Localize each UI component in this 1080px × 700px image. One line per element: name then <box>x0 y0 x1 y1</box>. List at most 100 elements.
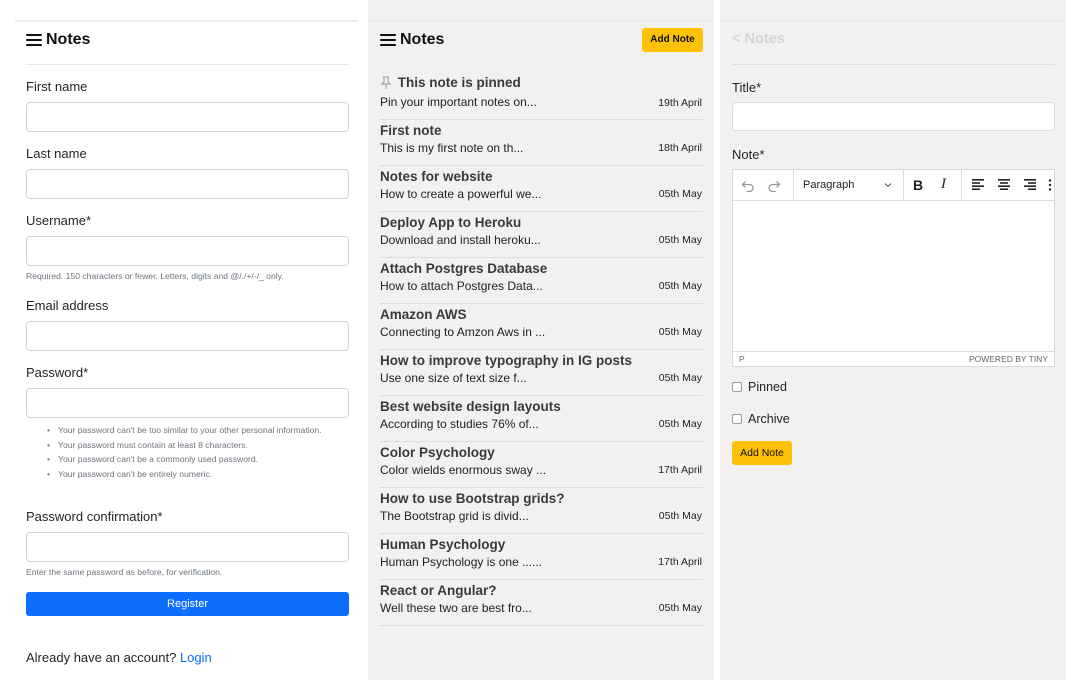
archive-checkbox[interactable] <box>732 414 742 424</box>
header-divider <box>732 64 1055 65</box>
top-divider <box>15 20 358 22</box>
navbar-brand[interactable]: Notes <box>380 31 444 49</box>
note-date: 05th May <box>658 510 702 522</box>
header-divider <box>26 64 349 65</box>
note-item[interactable]: How to use Bootstrap grids? The Bootstra… <box>380 488 703 534</box>
note-title: Human Psychology <box>380 537 506 552</box>
note-date: 05th May <box>658 372 702 384</box>
block-format-select[interactable]: Paragraph <box>803 179 854 191</box>
password-rule: Your password can't be a commonly used p… <box>26 452 346 467</box>
hamburger-menu-icon[interactable] <box>26 33 42 47</box>
note-title: How to improve typography in IG posts <box>380 353 633 368</box>
first-name-label: First name <box>26 79 88 94</box>
note-preview: Well these two are best fro... <box>380 601 532 615</box>
last-name-input[interactable] <box>26 169 349 199</box>
note-preview: Connecting to Amzon Aws in ... <box>380 325 546 339</box>
note-item[interactable]: React or Angular? Well these two are bes… <box>380 580 703 626</box>
note-title: Best website design layouts <box>380 399 561 414</box>
note-item[interactable]: Amazon AWS Connecting to Amzon Aws in ..… <box>380 304 703 350</box>
archive-label: Archive <box>748 412 790 426</box>
undo-icon[interactable] <box>741 178 755 192</box>
password-input[interactable] <box>26 388 349 418</box>
note-preview: According to studies 76% of... <box>380 417 539 431</box>
username-input[interactable] <box>26 236 349 266</box>
add-note-submit-button[interactable]: Add Note <box>732 441 792 465</box>
more-icon[interactable] <box>1048 179 1052 191</box>
note-date: 05th May <box>658 188 702 200</box>
pin-icon <box>380 76 392 89</box>
align-right-icon[interactable] <box>1024 179 1036 190</box>
note-item[interactable]: Human Psychology Human Psychology is one… <box>380 534 703 580</box>
toolbar-separator <box>793 170 794 201</box>
note-preview: Human Psychology is one ...... <box>380 555 543 569</box>
align-center-icon[interactable] <box>998 179 1010 190</box>
note-item[interactable]: Notes for website How to create a powerf… <box>380 166 703 212</box>
italic-icon[interactable]: I <box>941 176 946 193</box>
add-note-button[interactable]: Add Note <box>642 28 703 52</box>
note-item-pinned[interactable]: This note is pinned Pin your important n… <box>380 64 703 120</box>
password-confirm-label: Password confirmation* <box>26 509 163 524</box>
email-input[interactable] <box>26 321 349 351</box>
note-title: This note is pinned <box>380 75 521 90</box>
add-note-panel: < Notes Title* Note* Paragraph B I P POW… <box>720 0 1066 680</box>
password-confirm-input[interactable] <box>26 532 349 562</box>
top-divider <box>368 20 714 22</box>
username-help-text: Required. 150 characters or fewer. Lette… <box>26 271 284 281</box>
first-name-input[interactable] <box>26 102 349 132</box>
back-to-notes-link[interactable]: < Notes <box>732 31 785 47</box>
note-date: 17th April <box>658 464 702 476</box>
pinned-label: Pinned <box>748 380 787 394</box>
rich-text-editor[interactable]: Paragraph B I P POWERED BY TINY <box>732 169 1055 367</box>
password-label: Password* <box>26 365 89 380</box>
bold-icon[interactable]: B <box>913 177 923 193</box>
navbar-brand[interactable]: Notes <box>26 31 90 49</box>
note-date: 19th April <box>658 97 702 109</box>
notes-list-panel: Notes Add Note This note is pinned Pin y… <box>368 0 714 680</box>
note-date: 05th May <box>658 326 702 338</box>
title-label: Title* <box>732 80 762 95</box>
note-title: Amazon AWS <box>380 307 467 322</box>
note-date: 17th April <box>658 556 702 568</box>
note-title: How to use Bootstrap grids? <box>380 491 565 506</box>
hamburger-menu-icon[interactable] <box>380 33 396 47</box>
title-input[interactable] <box>732 102 1055 131</box>
redo-icon[interactable] <box>767 178 781 192</box>
note-item[interactable]: How to improve typography in IG posts Us… <box>380 350 703 396</box>
note-item[interactable]: Color Psychology Color wields enormous s… <box>380 442 703 488</box>
element-path[interactable]: P <box>739 354 745 364</box>
editor-toolbar: Paragraph B I <box>733 170 1054 201</box>
note-title: Deploy App to Heroku <box>380 215 522 230</box>
login-prompt-text: Already have an account? <box>26 650 177 665</box>
note-preview: Pin your important notes on... <box>380 95 537 109</box>
powered-by-link[interactable]: POWERED BY TINY <box>969 354 1048 364</box>
register-button[interactable]: Register <box>26 592 349 616</box>
note-date: 05th May <box>658 418 702 430</box>
note-item[interactable]: Deploy App to Heroku Download and instal… <box>380 212 703 258</box>
top-divider <box>720 20 1066 22</box>
note-preview: Download and install heroku... <box>380 233 541 247</box>
note-preview: This is my first note on th... <box>380 141 524 155</box>
login-link[interactable]: Login <box>180 650 212 665</box>
toolbar-separator <box>903 170 904 201</box>
note-item[interactable]: Attach Postgres Database How to attach P… <box>380 258 703 304</box>
note-preview: The Bootstrap grid is divid... <box>380 509 529 523</box>
chevron-down-icon[interactable] <box>883 180 893 190</box>
note-item[interactable]: Best website design layouts According to… <box>380 396 703 442</box>
note-title: Notes for website <box>380 169 493 184</box>
archive-checkbox-row[interactable]: Archive <box>732 412 790 426</box>
pinned-checkbox[interactable] <box>732 382 742 392</box>
pinned-checkbox-row[interactable]: Pinned <box>732 380 787 394</box>
note-title: React or Angular? <box>380 583 497 598</box>
align-left-icon[interactable] <box>972 179 984 190</box>
note-date: 05th May <box>658 234 702 246</box>
password-confirm-help-text: Enter the same password as before, for v… <box>26 567 223 577</box>
note-item[interactable]: First note This is my first note on th..… <box>380 120 703 166</box>
app-title: Notes <box>46 31 91 48</box>
register-panel: Notes First name Last name Username* Req… <box>15 0 358 680</box>
note-list: This note is pinned Pin your important n… <box>380 64 703 626</box>
password-rule: Your password can't be too similar to yo… <box>26 423 346 438</box>
note-date: 05th May <box>658 280 702 292</box>
app-title: Notes <box>400 31 445 48</box>
note-title: First note <box>380 123 442 138</box>
note-title: Attach Postgres Database <box>380 261 548 276</box>
